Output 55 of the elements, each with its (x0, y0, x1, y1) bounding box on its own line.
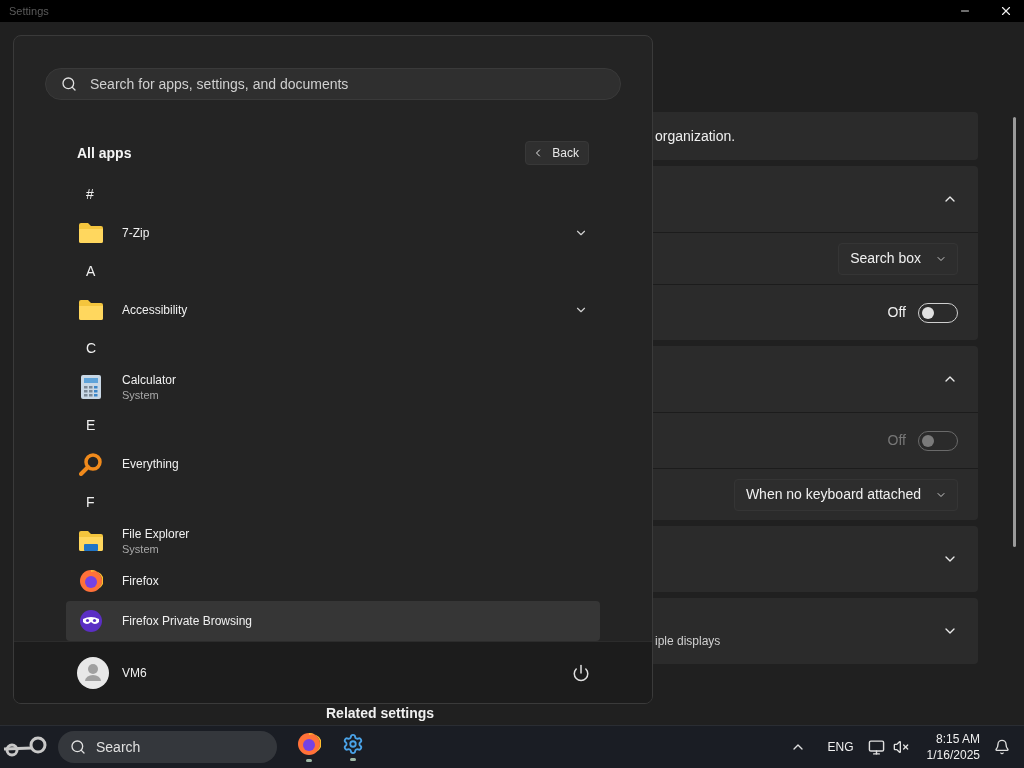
app-subtitle: System (122, 541, 160, 556)
avatar-icon[interactable] (77, 656, 109, 689)
app-list-item[interactable]: Accessibility (66, 290, 600, 331)
app-name: Calculator (122, 372, 178, 388)
search-icon (61, 76, 77, 93)
user-name[interactable]: VM6 (122, 663, 147, 682)
letter-heading[interactable]: A (86, 261, 96, 283)
power-icon[interactable] (572, 663, 590, 682)
app-name: Firefox (122, 573, 160, 589)
app-name: Accessibility (122, 302, 189, 318)
search-label: Search (96, 737, 141, 757)
letter-heading[interactable]: C (86, 338, 97, 360)
search-icon (70, 739, 86, 756)
gear-icon (342, 733, 364, 756)
clock[interactable]: 8:15 AM 1/16/2025 (926, 731, 980, 764)
section-heading: Related settings (326, 705, 435, 722)
back-button[interactable]: Back (525, 141, 589, 166)
app-list-item[interactable]: Calculator System (66, 367, 600, 408)
mask-icon (79, 609, 103, 634)
search-field[interactable]: Search for apps, settings, and documents (45, 68, 621, 101)
window-title: Settings (9, 3, 49, 19)
magnifier-icon (79, 452, 103, 477)
toggle-state-text: Off (887, 431, 906, 451)
network-icon[interactable] (867, 738, 885, 756)
app-list-item[interactable]: Firefox (66, 561, 600, 602)
app-name: Firefox Private Browsing (122, 613, 254, 629)
description-text: iple displays (655, 633, 721, 651)
dropdown[interactable]: Search box (838, 242, 958, 275)
dropdown[interactable]: When no keyboard attached (733, 478, 958, 511)
app-list-item[interactable]: Firefox Private Browsing (66, 601, 600, 642)
taskbar-search[interactable]: Search (58, 731, 277, 764)
calculator-icon (80, 374, 102, 401)
app-list-item[interactable]: File Explorer System (66, 521, 600, 562)
folder-icon (78, 299, 104, 322)
language-indicator[interactable]: ENG (827, 738, 854, 757)
mute-icon[interactable] (892, 739, 909, 756)
browser-icon (297, 732, 321, 757)
section-heading: All apps (77, 143, 132, 163)
letter-heading[interactable]: E (86, 415, 96, 437)
app-subtitle: System (122, 387, 160, 402)
scrollbar[interactable] (1012, 117, 1016, 548)
app-name: Everything (122, 456, 180, 472)
app-name: File Explorer (122, 526, 191, 542)
app-list-item[interactable]: Everything (66, 444, 600, 485)
file-explorer-icon (78, 530, 104, 553)
description-text: organization. (655, 126, 736, 146)
letter-heading[interactable]: # (86, 184, 94, 206)
app-name: 7-Zip (122, 225, 151, 241)
folder-icon (78, 222, 104, 245)
app-list-item[interactable]: 7-Zip (66, 213, 600, 254)
browser-icon (79, 569, 103, 594)
toggle-state-text: Off (887, 303, 906, 323)
letter-heading[interactable]: F (86, 492, 95, 514)
notification-icon[interactable] (994, 739, 1010, 756)
logo-icon[interactable] (2, 736, 48, 759)
